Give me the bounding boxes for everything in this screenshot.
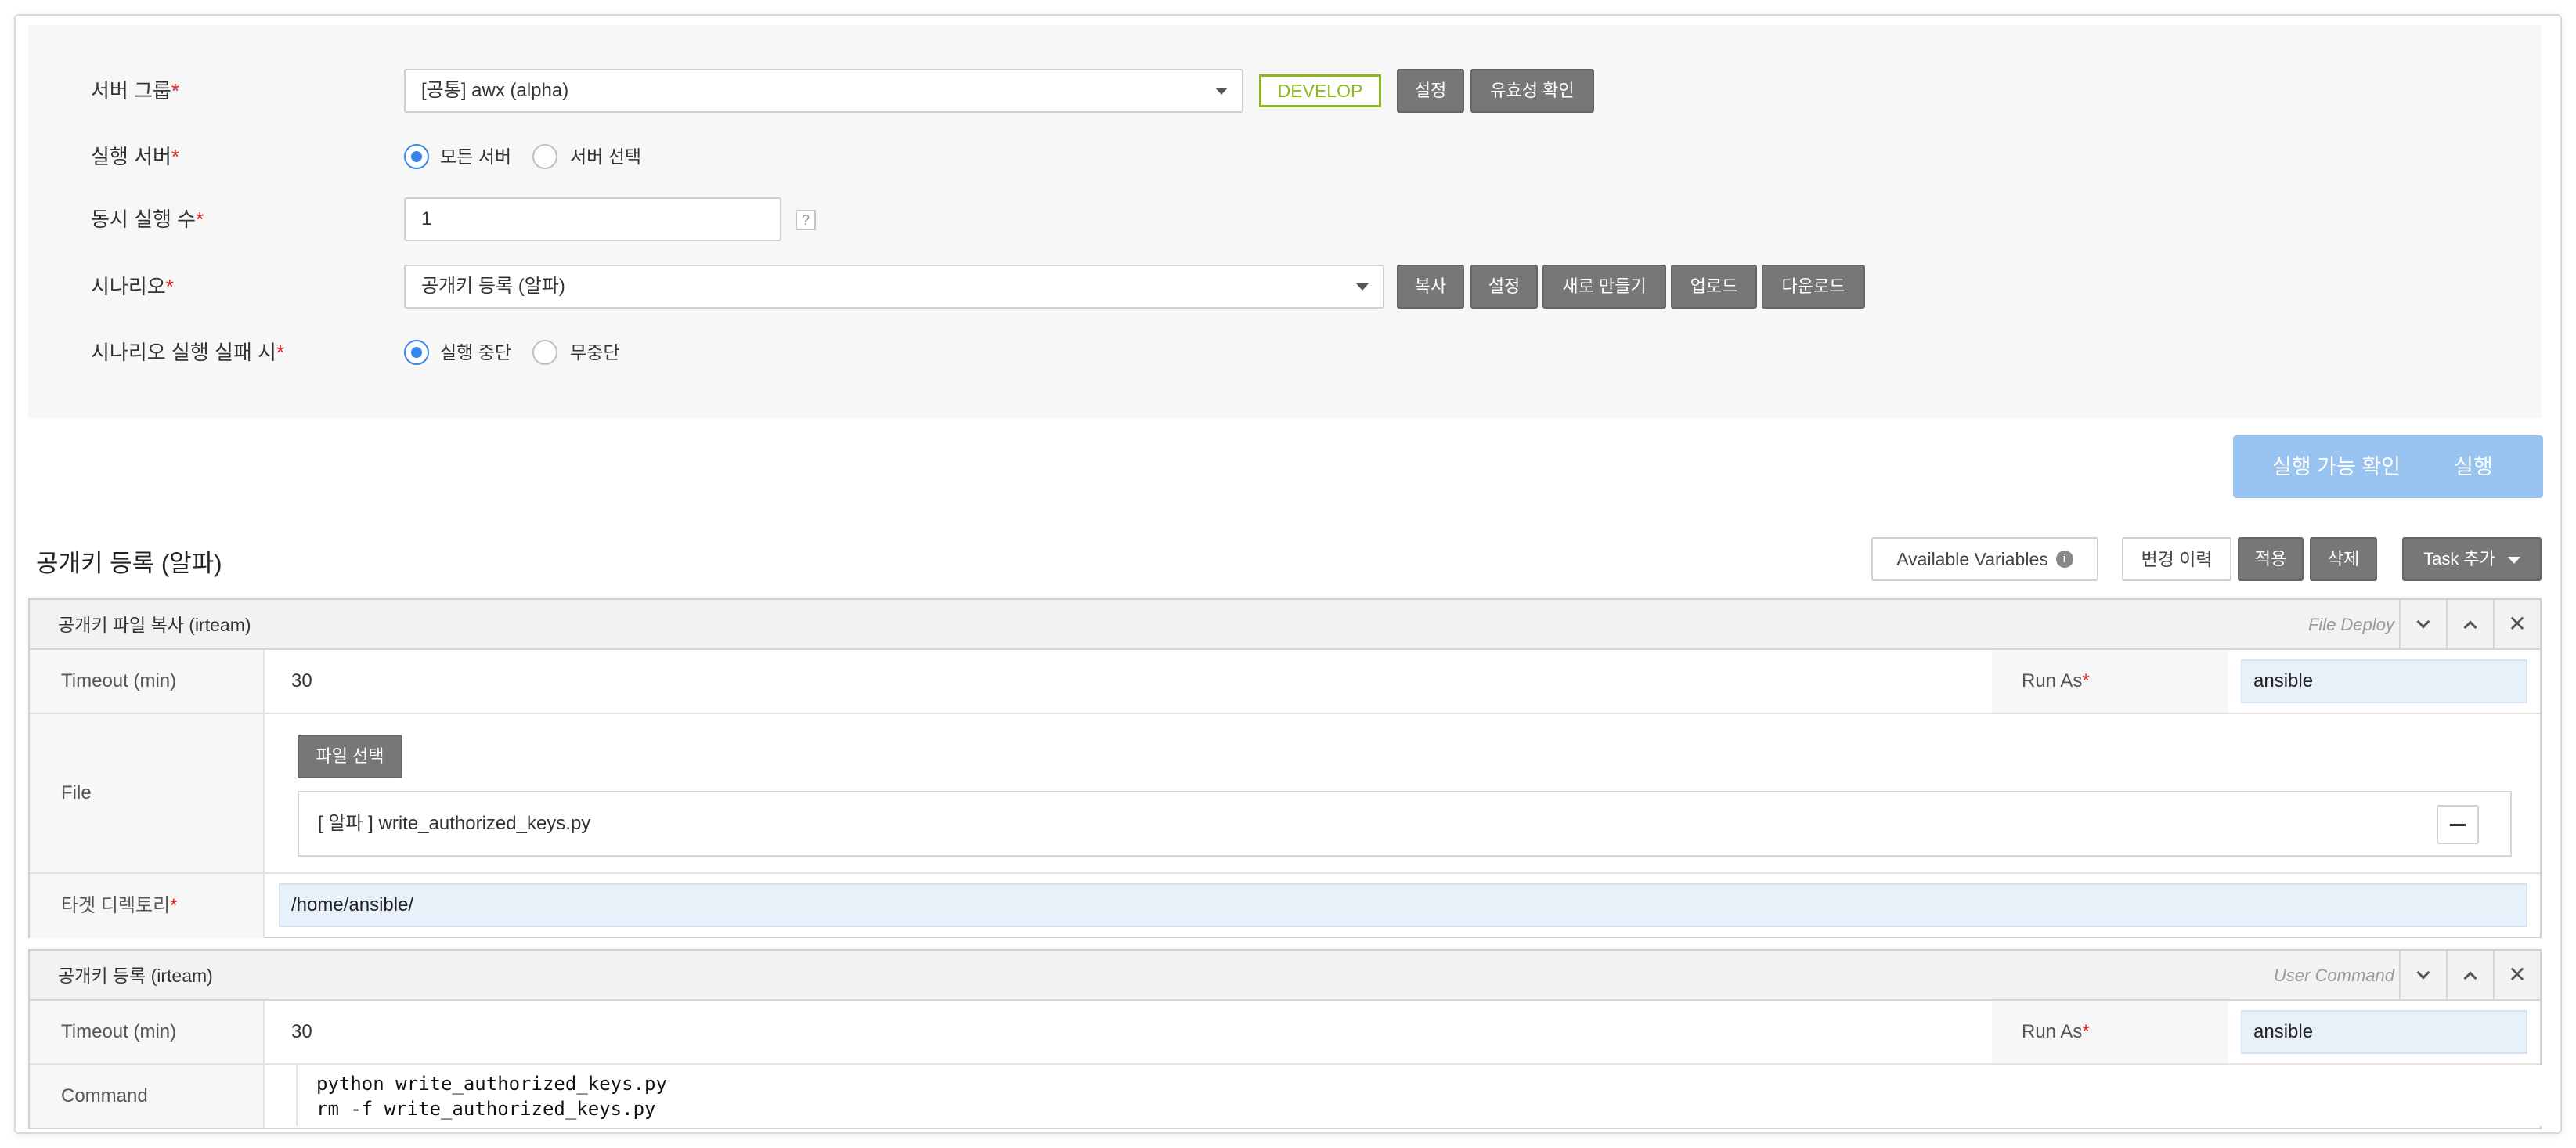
scenario-title: 공개키 등록 (알파): [36, 550, 222, 577]
concurrency-row: 동시 실행 수* 1 ?: [28, 196, 2542, 243]
chevron-down-icon: [1215, 88, 1228, 95]
divider: [30, 713, 2540, 714]
apply-button[interactable]: 적용: [2238, 537, 2304, 581]
close-icon: ✕: [2508, 612, 2527, 636]
radio-all-servers-label: 모든 서버: [440, 146, 512, 167]
command-line: rm -f write_authorized_keys.py: [316, 1098, 656, 1120]
chevron-up-icon: [2463, 971, 2477, 985]
timeout-value[interactable]: 30: [291, 1001, 312, 1063]
command-line: python write_authorized_keys.py: [316, 1073, 667, 1095]
divider: [30, 872, 2540, 874]
env-badge: DEVELOP: [1259, 74, 1381, 107]
change-history-button[interactable]: 변경 이력: [2122, 537, 2231, 581]
target-dir-label: 타겟 디렉토리*: [30, 874, 265, 938]
run-button[interactable]: 실행: [2404, 435, 2543, 498]
concurrency-input[interactable]: 1: [404, 197, 781, 241]
task-type: File Deploy: [2307, 615, 2394, 634]
file-label: File: [30, 714, 265, 872]
upload-button[interactable]: 업로드: [1671, 265, 1757, 309]
task-name: 공개키 등록 (irteam): [58, 966, 213, 986]
server-group-row: 서버 그룹* [공통] awx (alpha) DEVELOP 설정 유효성 확…: [28, 67, 2542, 114]
execution-form: 서버 그룹* [공통] awx (alpha) DEVELOP 설정 유효성 확…: [28, 25, 2542, 418]
command-editor[interactable]: python write_authorized_keys.py rm -f wr…: [296, 1065, 2542, 1126]
help-icon[interactable]: ?: [796, 210, 816, 230]
task-header: 공개키 파일 복사 (irteam) File Deploy ✕: [30, 600, 2540, 650]
server-group-value: [공통] awx (alpha): [421, 80, 569, 101]
chevron-down-icon: [2416, 615, 2430, 629]
new-scenario-button[interactable]: 새로 만들기: [1542, 265, 1666, 309]
move-down-button[interactable]: [2399, 951, 2446, 999]
add-task-button[interactable]: Task 추가: [2402, 537, 2542, 581]
runas-label: Run As*: [1992, 650, 2228, 713]
remove-file-button[interactable]: [2437, 805, 2479, 844]
chevron-down-icon: [2416, 966, 2430, 980]
server-group-label: 서버 그룹*: [91, 79, 180, 103]
on-failure-label: 시나리오 실행 실패 시*: [91, 341, 285, 364]
on-failure-row: 시나리오 실행 실패 시* 실행 중단 무중단: [28, 329, 2542, 376]
close-task-button[interactable]: ✕: [2493, 600, 2540, 648]
exec-server-row: 실행 서버* 모든 서버 서버 선택: [28, 133, 2542, 180]
timeout-value[interactable]: 30: [291, 650, 312, 713]
runas-label: Run As*: [1992, 1001, 2228, 1063]
close-icon: ✕: [2508, 962, 2527, 987]
radio-stop-on-failure[interactable]: [404, 340, 429, 365]
concurrency-label: 동시 실행 수*: [91, 208, 204, 231]
runas-input[interactable]: ansible: [2241, 659, 2527, 703]
timeout-label: Timeout (min): [30, 1001, 265, 1063]
server-group-settings-button[interactable]: 설정: [1397, 69, 1464, 113]
add-task-label: Task 추가: [2423, 549, 2495, 569]
task-type: User Command: [2273, 966, 2394, 985]
caret-down-icon: [2507, 556, 2520, 564]
available-variables-label: Available Variables: [1896, 549, 2048, 569]
task-header: 공개키 등록 (irteam) User Command ✕: [30, 951, 2540, 1001]
server-group-select[interactable]: [공통] awx (alpha): [404, 69, 1243, 113]
radio-select-servers[interactable]: [532, 144, 557, 169]
file-item-name: [ 알파 ] write_authorized_keys.py: [318, 813, 591, 834]
close-task-button[interactable]: ✕: [2493, 951, 2540, 999]
task-name: 공개키 파일 복사 (irteam): [58, 615, 251, 635]
radio-select-servers-label: 서버 선택: [570, 146, 642, 167]
radio-continue-on-failure[interactable]: [532, 340, 557, 365]
delete-button[interactable]: 삭제: [2310, 537, 2377, 581]
move-up-button[interactable]: [2446, 951, 2493, 999]
chevron-down-icon: [1356, 283, 1369, 291]
scenario-settings-button[interactable]: 설정: [1470, 265, 1538, 309]
timeout-label: Timeout (min): [30, 650, 265, 713]
radio-continue-label: 무중단: [570, 342, 620, 363]
validate-button[interactable]: 유효성 확인: [1470, 69, 1594, 113]
scenario-row: 시나리오* 공개키 등록 (알파) 복사 설정 새로 만들기 업로드 다운로드: [28, 263, 2542, 310]
exec-server-label: 실행 서버*: [91, 145, 180, 168]
move-up-button[interactable]: [2446, 600, 2493, 648]
runas-input[interactable]: ansible: [2241, 1010, 2527, 1054]
copy-scenario-button[interactable]: 복사: [1397, 265, 1464, 309]
radio-stop-label: 실행 중단: [440, 342, 512, 363]
task-card: 공개키 등록 (irteam) User Command ✕ Timeout (…: [28, 949, 2542, 1129]
info-icon: i: [2055, 550, 2073, 568]
scenario-value: 공개키 등록 (알파): [421, 276, 565, 297]
task-card: 공개키 파일 복사 (irteam) File Deploy ✕ Timeout…: [28, 598, 2542, 938]
file-select-button[interactable]: 파일 선택: [298, 735, 402, 778]
scenario-label: 시나리오*: [91, 275, 174, 298]
file-item: [ 알파 ] write_authorized_keys.py: [298, 791, 2512, 857]
target-dir-input[interactable]: /home/ansible/: [279, 883, 2527, 927]
radio-all-servers[interactable]: [404, 144, 429, 169]
download-button[interactable]: 다운로드: [1762, 265, 1865, 309]
available-variables-button[interactable]: Available Variables i: [1871, 537, 2098, 581]
move-down-button[interactable]: [2399, 600, 2446, 648]
command-label: Command: [30, 1065, 265, 1128]
chevron-up-icon: [2463, 620, 2477, 634]
scenario-select[interactable]: 공개키 등록 (알파): [404, 265, 1384, 309]
